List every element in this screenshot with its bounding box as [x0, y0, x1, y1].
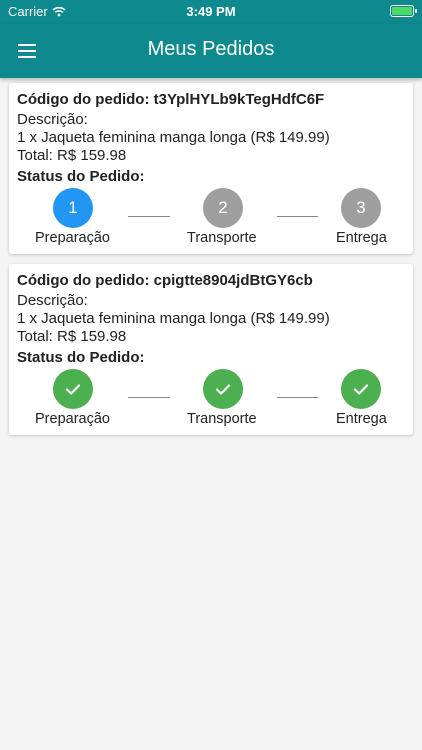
- step-number: 2: [218, 198, 228, 217]
- step-label: Preparação: [35, 230, 110, 246]
- order-code: Código do pedido: cpigtte8904jdBtGY6cb: [17, 272, 313, 289]
- check-icon: [65, 384, 81, 395]
- step-transporte: [203, 369, 243, 409]
- order-item: 1 x Jaqueta feminina manga longa (R$ 149…: [17, 129, 330, 146]
- step-connector: [277, 216, 318, 217]
- description-label: Descrição:: [17, 292, 88, 309]
- step-label: Transporte: [187, 230, 257, 246]
- step-label: Entrega: [336, 230, 387, 246]
- description-label: Descrição:: [17, 111, 88, 128]
- order-total: Total: R$ 159.98: [17, 147, 127, 164]
- check-icon: [353, 384, 369, 395]
- step-label: Transporte: [187, 411, 257, 427]
- page-title: Meus Pedidos: [147, 38, 275, 60]
- step-connector: [128, 397, 170, 398]
- battery-icon: [390, 5, 417, 17]
- order-card[interactable]: Código do pedido: t3YplHYLb9kTegHdfC6F D…: [9, 83, 413, 254]
- status-heading: Status do Pedido:: [17, 168, 145, 185]
- step-number: 1: [68, 198, 78, 217]
- status-bar: Carrier 3:49 PM: [0, 0, 422, 24]
- order-item: 1 x Jaqueta feminina manga longa (R$ 149…: [17, 310, 330, 327]
- order-total: Total: R$ 159.98: [17, 328, 127, 345]
- step-entrega: [341, 369, 381, 409]
- app-bar: Meus Pedidos: [0, 24, 422, 78]
- step-number: 3: [356, 198, 366, 217]
- step-connector: [128, 216, 170, 217]
- step-preparacao: 1: [53, 188, 93, 228]
- status-heading: Status do Pedido:: [17, 349, 145, 366]
- check-icon: [215, 384, 231, 395]
- step-label: Entrega: [336, 411, 387, 427]
- status-time: 3:49 PM: [186, 4, 236, 19]
- step-transporte: 2: [203, 188, 243, 228]
- step-entrega: 3: [341, 188, 381, 228]
- order-code: Código do pedido: t3YplHYLb9kTegHdfC6F: [17, 91, 325, 108]
- step-connector: [277, 397, 318, 398]
- step-preparacao: [53, 369, 93, 409]
- order-card[interactable]: Código do pedido: cpigtte8904jdBtGY6cb D…: [9, 264, 413, 435]
- step-label: Preparação: [35, 411, 110, 427]
